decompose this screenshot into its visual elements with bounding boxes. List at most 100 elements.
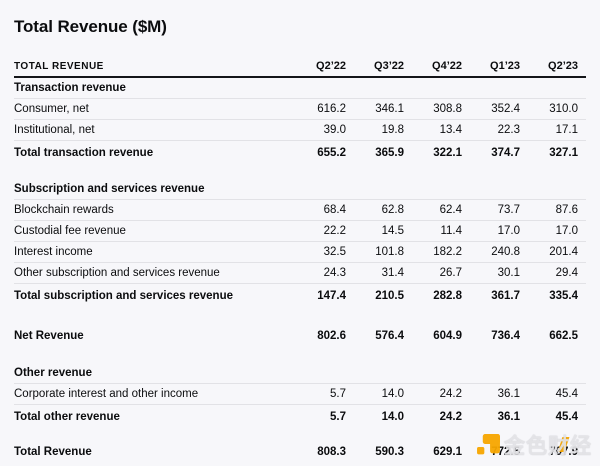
value-cell: 240.8 — [470, 246, 528, 258]
row-label: Consumer, net — [14, 103, 296, 115]
value-cell: 772.5 — [470, 446, 528, 458]
value-cell: 14.0 — [354, 411, 412, 423]
row-label: Total Revenue — [14, 446, 296, 458]
value-cell: 335.4 — [528, 290, 586, 302]
revenue-table-page: Total Revenue ($M) TOTAL REVENUE Q2’22 Q… — [0, 0, 600, 465]
value-cell: 17.1 — [528, 124, 586, 136]
value-cell: 576.4 — [354, 330, 412, 342]
table-row: Institutional, net39.019.813.422.317.1 — [14, 120, 586, 141]
table-header-row: TOTAL REVENUE Q2’22 Q3’22 Q4’22 Q1’23 Q2… — [14, 56, 586, 78]
table-group: Transaction revenue Consumer, net616.2346… — [14, 78, 586, 165]
value-cell: 322.1 — [412, 147, 470, 159]
table-row: Blockchain rewards68.462.862.473.787.6 — [14, 200, 586, 221]
section-header-row: Other revenue — [14, 363, 586, 384]
value-cell: 22.2 — [296, 225, 354, 237]
value-cell: 62.4 — [412, 204, 470, 216]
value-cell: 707.9 — [528, 446, 586, 458]
value-cell: 87.6 — [528, 204, 586, 216]
column-header-q2-23: Q2’23 — [528, 60, 586, 72]
row-label: Other subscription and services revenue — [14, 267, 296, 279]
section-header-row: Subscription and services revenue — [14, 179, 586, 200]
row-label: Interest income — [14, 246, 296, 258]
table-group: Total Revenue808.3590.3629.1772.5707.9 — [14, 438, 586, 465]
column-header-q2-22: Q2’22 — [296, 60, 354, 72]
total-row: Total subscription and services revenue1… — [14, 284, 586, 308]
row-label: Blockchain rewards — [14, 204, 296, 216]
value-cell: 101.8 — [354, 246, 412, 258]
value-cell: 29.4 — [528, 267, 586, 279]
value-cell: 22.3 — [470, 124, 528, 136]
value-cell: 36.1 — [470, 388, 528, 400]
row-label: Net Revenue — [14, 330, 296, 342]
table-group: Subscription and services revenue Blockch… — [14, 179, 586, 308]
value-cell: 655.2 — [296, 147, 354, 159]
value-cell: 24.2 — [412, 388, 470, 400]
value-cell: 62.8 — [354, 204, 412, 216]
section-header-label: Subscription and services revenue — [14, 183, 296, 195]
value-cell: 5.7 — [296, 411, 354, 423]
section-header-label: Transaction revenue — [14, 82, 296, 94]
value-cell: 5.7 — [296, 388, 354, 400]
table-row: Other subscription and services revenue2… — [14, 263, 586, 284]
value-cell: 30.1 — [470, 267, 528, 279]
value-cell: 201.4 — [528, 246, 586, 258]
row-label: Institutional, net — [14, 124, 296, 136]
section-header-label: Other revenue — [14, 367, 296, 379]
value-cell: 629.1 — [412, 446, 470, 458]
value-cell: 210.5 — [354, 290, 412, 302]
total-row: Total Revenue808.3590.3629.1772.5707.9 — [14, 438, 586, 465]
section-header-row: Transaction revenue — [14, 78, 586, 99]
value-cell: 604.9 — [412, 330, 470, 342]
revenue-table-body: Transaction revenue Consumer, net616.2346… — [14, 78, 586, 465]
value-cell: 73.7 — [470, 204, 528, 216]
table-row: Interest income32.5101.8182.2240.8201.4 — [14, 242, 586, 263]
value-cell: 11.4 — [412, 225, 470, 237]
total-row: Total other revenue5.714.024.236.145.4 — [14, 405, 586, 429]
value-cell: 361.7 — [470, 290, 528, 302]
value-cell: 17.0 — [528, 225, 586, 237]
value-cell: 24.2 — [412, 411, 470, 423]
value-cell: 45.4 — [528, 388, 586, 400]
row-label: Total transaction revenue — [14, 147, 296, 159]
value-cell: 365.9 — [354, 147, 412, 159]
value-cell: 36.1 — [470, 411, 528, 423]
value-cell: 374.7 — [470, 147, 528, 159]
value-cell: 808.3 — [296, 446, 354, 458]
value-cell: 45.4 — [528, 411, 586, 423]
value-cell: 31.4 — [354, 267, 412, 279]
value-cell: 802.6 — [296, 330, 354, 342]
column-header-q3-22: Q3’22 — [354, 60, 412, 72]
revenue-table: TOTAL REVENUE Q2’22 Q3’22 Q4’22 Q1’23 Q2… — [14, 56, 586, 465]
value-cell: 736.4 — [470, 330, 528, 342]
row-label: Total subscription and services revenue — [14, 290, 296, 302]
value-cell: 147.4 — [296, 290, 354, 302]
column-header-q1-23: Q1’23 — [470, 60, 528, 72]
value-cell: 19.8 — [354, 124, 412, 136]
table-group: Net Revenue802.6576.4604.9736.4662.5 — [14, 322, 586, 349]
value-cell: 310.0 — [528, 103, 586, 115]
row-label: Total other revenue — [14, 411, 296, 423]
row-label: Custodial fee revenue — [14, 225, 296, 237]
value-cell: 346.1 — [354, 103, 412, 115]
value-cell: 13.4 — [412, 124, 470, 136]
value-cell: 14.5 — [354, 225, 412, 237]
value-cell: 17.0 — [470, 225, 528, 237]
value-cell: 352.4 — [470, 103, 528, 115]
table-row: Consumer, net616.2346.1308.8352.4310.0 — [14, 99, 586, 120]
value-cell: 24.3 — [296, 267, 354, 279]
value-cell: 26.7 — [412, 267, 470, 279]
value-cell: 282.8 — [412, 290, 470, 302]
value-cell: 662.5 — [528, 330, 586, 342]
table-header-corner-label: TOTAL REVENUE — [14, 61, 296, 72]
value-cell: 308.8 — [412, 103, 470, 115]
value-cell: 39.0 — [296, 124, 354, 136]
row-label: Corporate interest and other income — [14, 388, 296, 400]
value-cell: 32.5 — [296, 246, 354, 258]
value-cell: 68.4 — [296, 204, 354, 216]
value-cell: 327.1 — [528, 147, 586, 159]
value-cell: 616.2 — [296, 103, 354, 115]
value-cell: 590.3 — [354, 446, 412, 458]
total-row: Total transaction revenue655.2365.9322.1… — [14, 141, 586, 165]
value-cell: 182.2 — [412, 246, 470, 258]
page-title: Total Revenue ($M) — [14, 17, 586, 37]
